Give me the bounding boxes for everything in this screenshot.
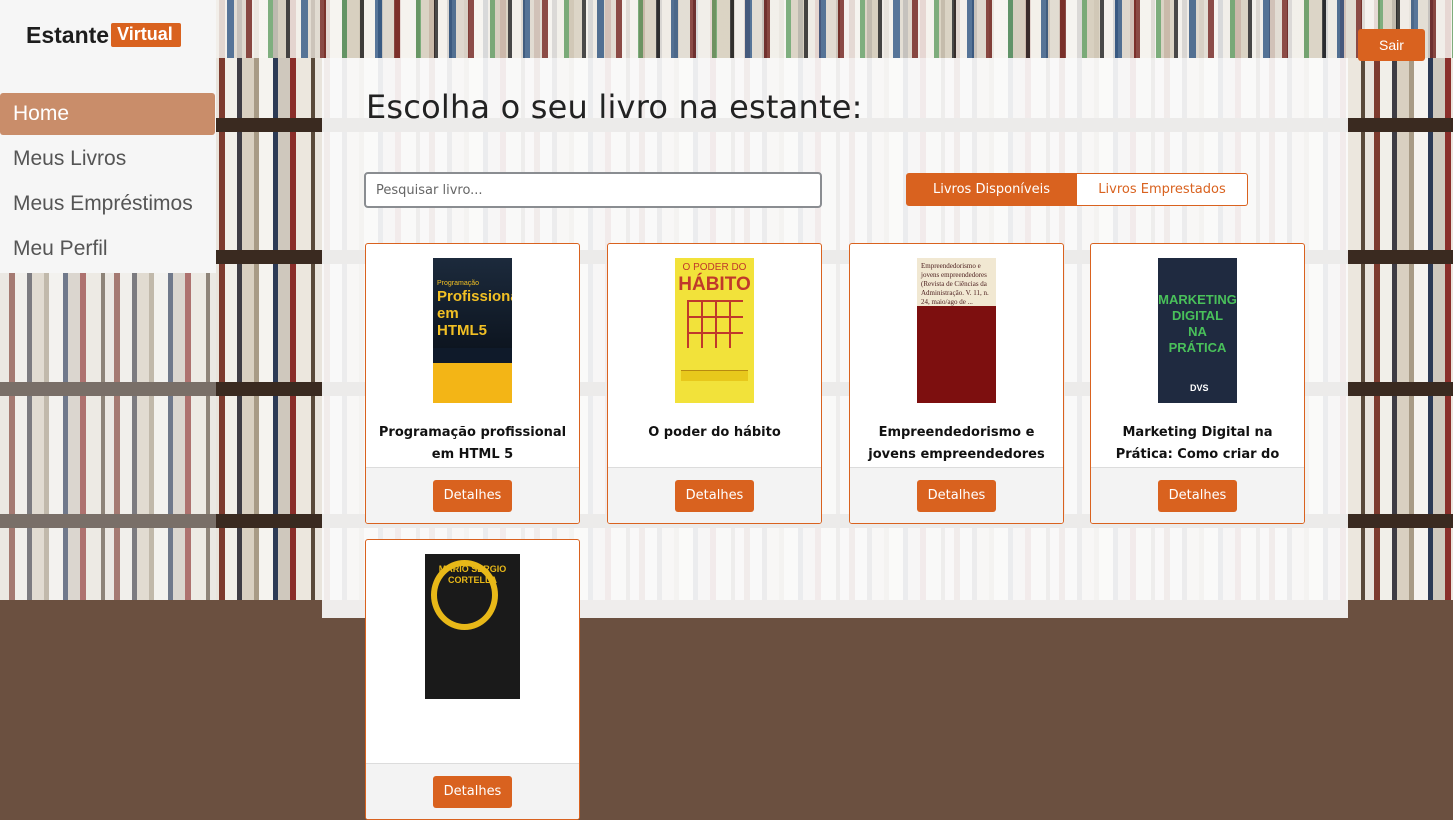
book-card: MARIO SERGIO CORTELLA Detalhes: [365, 539, 580, 820]
book-cover-image[interactable]: MARIO SERGIO CORTELLA: [425, 554, 520, 699]
search-input[interactable]: [364, 172, 822, 208]
cover-text: HTML5: [437, 322, 487, 339]
publisher-logo: DVS: [1190, 383, 1209, 393]
sidebar: Estante Virtual Home Meus Livros Meus Em…: [0, 0, 216, 600]
book-title: [378, 718, 567, 762]
book-cover-wrap: MARIO SERGIO CORTELLA: [366, 554, 579, 699]
sidebar-item-meu-perfil[interactable]: Meu Perfil: [0, 228, 216, 270]
sidebar-item-meus-emprestimos[interactable]: Meus Empréstimos: [0, 183, 216, 225]
book-title: Marketing Digital na Prática: Como criar…: [1115, 425, 1280, 462]
book-footer: Detalhes: [1091, 467, 1304, 523]
cover-title: MARIO SERGIO CORTELLA: [425, 564, 520, 586]
tab-livros-disponiveis[interactable]: Livros Disponíveis: [906, 173, 1077, 206]
cover-text: Profissional em: [437, 288, 512, 322]
book-title: Empreendedorismo e jovens empreendedores: [868, 425, 1045, 462]
book-cover-image[interactable]: Empreendedorismo e jovens empreendedores…: [917, 258, 996, 403]
cover-art: [433, 363, 512, 403]
tab-livros-emprestados[interactable]: Livros Emprestados: [1077, 173, 1248, 206]
page-title: Escolha o seu livro na estante:: [366, 88, 863, 126]
book-footer: Detalhes: [608, 467, 821, 523]
cover-text: CORTELLA: [448, 575, 497, 585]
book-title: O poder do hábito: [648, 425, 781, 440]
details-button[interactable]: Detalhes: [433, 479, 512, 512]
book-footer: Detalhes: [850, 467, 1063, 523]
cover-text: Empreendedorismo e jovens empreendedores…: [917, 258, 996, 306]
book-cover-wrap: Programação Profissional em HTML5: [366, 258, 579, 403]
book-cover-image[interactable]: MARKETING DIGITAL NA PRÁTICA DVS: [1158, 258, 1237, 403]
cover-title: MARKETING DIGITAL NA PRÁTICA: [1158, 292, 1237, 356]
book-cover-image[interactable]: Programação Profissional em HTML5: [433, 258, 512, 403]
cover-art: [687, 300, 743, 348]
logout-button[interactable]: Sair: [1358, 29, 1425, 61]
sidebar-nav: Home Meus Livros Meus Empréstimos Meu Pe…: [0, 93, 216, 273]
book-card: MARKETING DIGITAL NA PRÁTICA DVS Marketi…: [1090, 243, 1305, 524]
brand-badge: Virtual: [111, 23, 181, 47]
brand-name: Estante: [26, 21, 110, 48]
details-button[interactable]: Detalhes: [675, 479, 754, 512]
book-cover-wrap: MARKETING DIGITAL NA PRÁTICA DVS: [1091, 258, 1304, 403]
books-tabs: Livros Disponíveis Livros Emprestados: [906, 173, 1248, 206]
brand-logo[interactable]: Estante Virtual: [26, 20, 181, 50]
cover-text: DIGITAL: [1171, 308, 1224, 323]
book-footer: Detalhes: [366, 763, 579, 819]
cover-title: Profissional em HTML5: [437, 288, 512, 339]
details-button[interactable]: Detalhes: [1158, 479, 1237, 512]
cover-text: NA PRÁTICA: [1168, 324, 1227, 355]
bookshelf-top-row: [216, 0, 1453, 58]
cover-text: HÁBITO: [678, 274, 751, 295]
main-panel: Escolha o seu livro na estante: Livros D…: [322, 58, 1348, 820]
cover-text: MARKETING: [1158, 292, 1237, 307]
book-cover-wrap: Empreendedorismo e jovens empreendedores…: [850, 258, 1063, 403]
details-button[interactable]: Detalhes: [433, 775, 512, 808]
cover-text: MARIO SERGIO: [438, 564, 507, 574]
book-card: O PODER DO HÁBITO O poder do hábito Deta…: [607, 243, 822, 524]
cover-text: Programação: [437, 280, 480, 287]
cover-text: O PODER DO: [682, 262, 747, 273]
book-cover-wrap: O PODER DO HÁBITO: [608, 258, 821, 403]
book-title: Programação profissional em HTML 5: [378, 425, 567, 462]
sidebar-item-home[interactable]: Home: [0, 93, 215, 135]
cover-art: [681, 370, 748, 381]
book-card: Programação Profissional em HTML5 Progra…: [365, 243, 580, 524]
book-card: Empreendedorismo e jovens empreendedores…: [849, 243, 1064, 524]
book-cover-image[interactable]: O PODER DO HÁBITO: [675, 258, 754, 403]
book-footer: Detalhes: [366, 467, 579, 523]
details-button[interactable]: Detalhes: [917, 479, 996, 512]
sidebar-item-meus-livros[interactable]: Meus Livros: [0, 138, 216, 180]
